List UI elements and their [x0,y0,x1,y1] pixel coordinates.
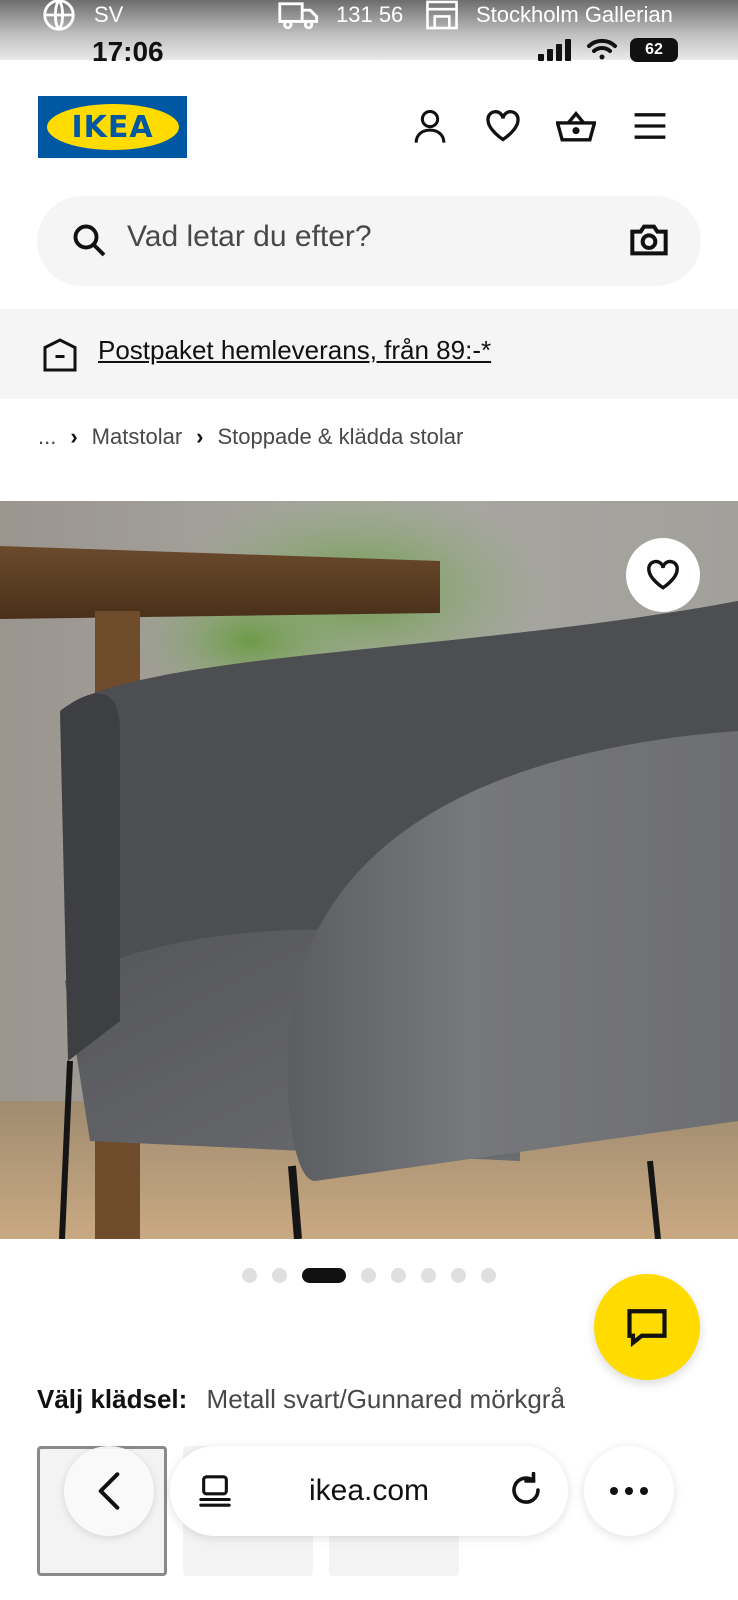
option-value: Metall svart/Gunnared mörkgrå [206,1384,565,1414]
search-input[interactable]: Vad letar du efter? [127,220,372,254]
store-icon [426,0,458,30]
menu-icon [634,113,666,139]
globe-icon [43,0,75,31]
status-time: 17:06 [92,36,164,67]
language-selector[interactable]: SV [40,0,124,31]
heart-icon [486,110,520,142]
reload-icon[interactable] [508,1472,544,1508]
carousel-dot[interactable] [242,1268,257,1283]
carousel-dot[interactable] [391,1268,406,1283]
ikea-logo[interactable]: IKEA [38,96,187,158]
store-label: Stockholm Gallerian [476,2,673,27]
logo-oval: IKEA [46,104,179,150]
chevron-right-icon: › [70,424,78,449]
heart-icon [647,559,679,590]
user-icon [414,109,446,143]
postal-code-label: 131 56 [336,2,404,27]
account-button[interactable] [410,106,450,146]
site-header: IKEA [38,96,700,158]
product-image[interactable] [0,501,738,1239]
back-icon [98,1472,120,1510]
more-icon [610,1487,648,1495]
parcel-icon [43,338,77,372]
chat-button[interactable] [594,1274,700,1380]
camera-icon[interactable] [629,220,669,260]
browser-back-button[interactable] [64,1446,154,1536]
promo-link[interactable]: Postpaket hemleverans, från 89:-* [98,335,491,366]
battery-indicator: 62 [630,38,678,62]
truck-icon [278,2,319,30]
language-label: SV [94,2,124,27]
menu-button[interactable] [630,106,670,146]
search-bar[interactable]: Vad letar du efter? [37,196,701,286]
upholstery-option: Välj klädsel: Metall svart/Gunnared mörk… [37,1384,565,1415]
delivery-promo-banner[interactable]: Postpaket hemleverans, från 89:-* [0,309,738,399]
product-favourite-button[interactable] [626,538,700,612]
carousel-dot[interactable] [421,1268,436,1283]
favourites-button[interactable] [483,106,523,146]
basket-icon [556,111,596,142]
cart-button[interactable] [556,106,596,146]
carousel-dot-active[interactable] [302,1268,346,1283]
breadcrumb-item-current[interactable]: Stoppade & klädda stolar [217,424,463,450]
carousel-dot[interactable] [481,1268,496,1283]
chair-photo [0,501,738,1239]
breadcrumb: ... › Matstolar › Stoppade & klädda stol… [38,424,463,450]
browser-more-button[interactable] [584,1446,674,1536]
search-icon [73,224,106,257]
carousel-dot[interactable] [361,1268,376,1283]
breadcrumb-item-matstolar[interactable]: Matstolar [92,424,182,450]
logo-text: IKEA [71,109,154,145]
wifi-icon [587,38,617,60]
carousel-dot[interactable] [451,1268,466,1283]
chevron-right-icon: › [196,424,204,449]
status-indicators: 62 [538,38,678,62]
store-selector[interactable]: Stockholm Gallerian [424,0,673,30]
postal-code-selector[interactable]: 131 56 [278,0,403,30]
signal-icon [538,39,571,61]
option-label: Välj klädsel: [37,1384,188,1414]
browser-address-bar[interactable]: ikea.com [170,1446,568,1536]
breadcrumb-ellipsis[interactable]: ... [38,424,56,450]
chat-icon [627,1309,667,1347]
carousel-dot[interactable] [272,1268,287,1283]
